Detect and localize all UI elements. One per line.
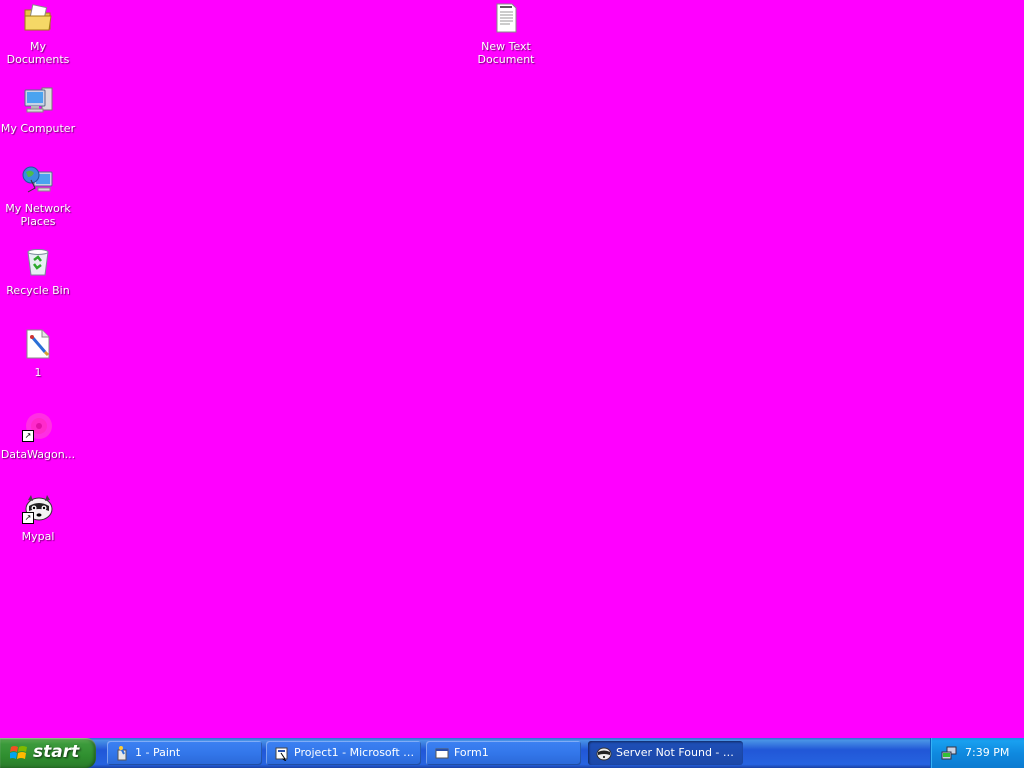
taskbar-button-paint[interactable]: 1 - Paint (107, 741, 262, 765)
start-button[interactable]: start (0, 738, 96, 768)
network-tray-icon[interactable] (941, 745, 957, 761)
taskbar-button-label: Form1 (454, 746, 489, 759)
desktop-icon-mypal[interactable]: ↗ Mypal (0, 492, 76, 543)
desktop-icon-label: My Documents (6, 40, 70, 66)
paint-icon (115, 745, 131, 761)
desktop-icon-my-network-places[interactable]: My Network Places (0, 164, 76, 228)
desktop-icon-label: Mypal (21, 530, 55, 543)
folder-documents-icon (22, 2, 54, 34)
system-tray: 7:39 PM (930, 738, 1024, 768)
desktop-icon-recycle-bin[interactable]: Recycle Bin (0, 246, 76, 297)
desktop-icon-label: New Text Document (477, 40, 535, 66)
taskbar-button-project1[interactable]: Project1 - Microsoft V... (266, 741, 421, 765)
windows-logo-icon (9, 745, 27, 761)
vb-icon (274, 745, 290, 762)
datawagon-shortcut-icon: ↗ (22, 410, 54, 442)
desktop-icon-label: Recycle Bin (6, 284, 70, 297)
desktop-icon-label: 1 (34, 366, 42, 379)
mypal-icon (596, 745, 612, 761)
recycle-bin-icon (22, 246, 54, 278)
desktop-icon-paint-file[interactable]: 1 (0, 328, 76, 379)
desktop-icon-label: DataWagon... (0, 448, 76, 461)
taskbar-button-server-not-found[interactable]: Server Not Found - M... (588, 741, 743, 765)
taskbar-button-label: 1 - Paint (135, 746, 181, 759)
taskbar-button-form1[interactable]: Form1 (426, 741, 581, 765)
taskbar-button-label: Server Not Found - M... (616, 746, 743, 759)
desktop-icon-label: My Computer (0, 122, 76, 135)
paint-document-icon (22, 328, 54, 360)
text-document-icon (490, 2, 522, 34)
start-label: start (33, 742, 80, 762)
desktop-icon-my-computer[interactable]: My Computer (0, 84, 76, 135)
clock[interactable]: 7:39 PM (965, 738, 1009, 768)
taskbar: start 1 - Paint Project1 - Microsoft V..… (0, 738, 1024, 768)
desktop-icon-label: My Network Places (5, 202, 71, 228)
desktop-icon-new-text-document[interactable]: New Text Document (468, 2, 544, 66)
desktop[interactable]: My Documents My Computer My Network Plac… (0, 0, 1024, 738)
network-places-icon (22, 164, 54, 196)
desktop-icon-my-documents[interactable]: My Documents (0, 2, 76, 66)
taskbar-button-label: Project1 - Microsoft V... (294, 746, 420, 759)
shortcut-arrow-icon: ↗ (22, 512, 34, 524)
shortcut-arrow-icon: ↗ (22, 430, 34, 442)
mypal-shortcut-icon: ↗ (22, 492, 54, 524)
desktop-icon-datawagon[interactable]: ↗ DataWagon... (0, 410, 76, 461)
computer-icon (22, 84, 54, 116)
form-icon (434, 745, 450, 761)
